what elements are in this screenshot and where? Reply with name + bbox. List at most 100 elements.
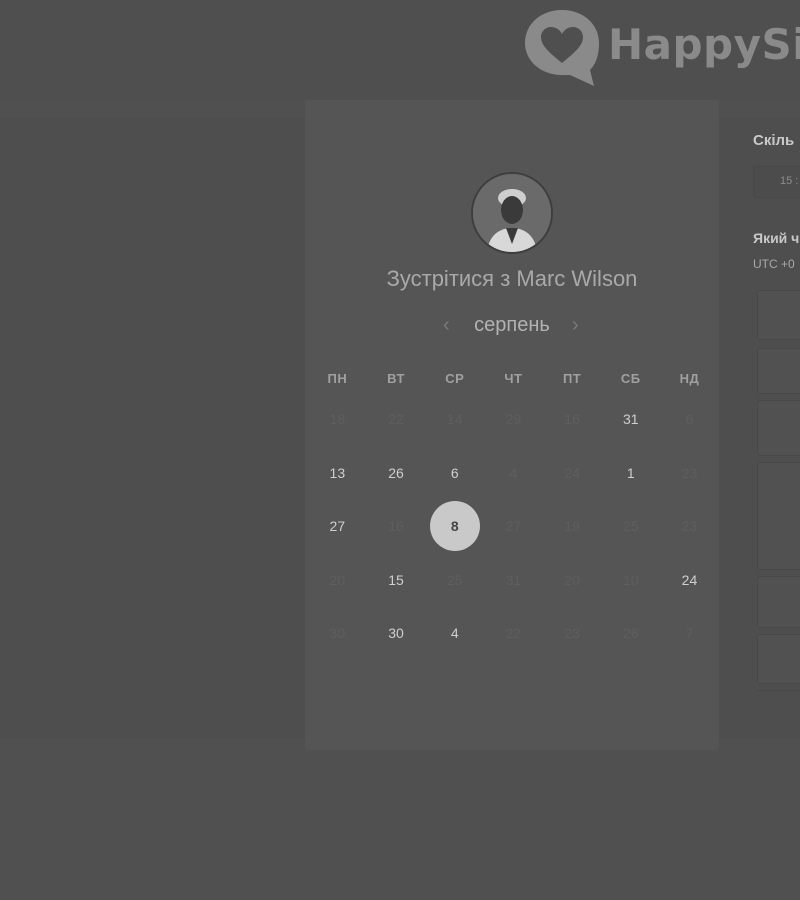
calendar-week-row: 30 30 4 22 23 26 7 [308,606,719,660]
calendar-day-number: 4 [450,625,459,642]
time-slot[interactable] [757,348,800,394]
calendar-day: 23 [660,446,719,500]
calendar-grid: ПН ВТ СР ЧТ ПТ СБ НД 18 22 14 29 16 31 6 13 26 6 4… [308,366,719,660]
calendar-day[interactable]: 31 [601,392,660,446]
calendar-day-number: 25 [622,518,639,535]
calendar-day-number: 18 [329,411,346,427]
calendar-day-number: 8 [429,501,480,552]
weekday-label: СР [445,371,465,386]
calendar-day-number: 31 [505,571,522,588]
calendar-day[interactable]: 30 [367,606,426,660]
calendar-day: 22 [484,606,543,660]
calendar-day-number: 15 [388,571,404,588]
calendar-week-row: 27 16 8 27 19 25 23 [308,499,719,553]
calendar-day-number: 20 [564,571,580,588]
calendar-day-number: 24 [564,464,580,481]
calendar-day-number: 25 [446,571,463,588]
calendar-day: 29 [484,392,543,446]
calendar-day-number: 16 [388,518,404,535]
calendar-week-row: 13 26 6 4 24 1 23 [308,446,719,500]
calendar-day: 20 [308,553,367,607]
calendar-day: 14 [425,392,484,446]
time-slot[interactable] [757,400,800,456]
calendar-day-number: 23 [681,464,698,481]
calendar-day-number: 23 [681,518,698,535]
calendar-day: 25 [601,499,660,553]
time-slot[interactable] [757,634,800,684]
duration-question: Скіль [753,132,795,149]
calendar-day-number: 14 [446,411,463,427]
calendar-day[interactable]: 13 [308,446,367,500]
calendar-day: 16 [367,499,426,553]
calendar-week-row: 18 22 14 29 16 31 6 [308,392,719,446]
time-question: Який ч [753,230,800,246]
calendar-day[interactable]: 4 [425,606,484,660]
calendar-day: 23 [543,606,602,660]
calendar-day: 23 [660,499,719,553]
calendar-day-number: 23 [564,625,580,642]
calendar-day-number: 27 [505,518,522,535]
time-slot[interactable] [757,576,800,628]
calendar-day[interactable]: 27 [308,499,367,553]
host-avatar [471,172,553,254]
calendar-day[interactable]: 15 [367,553,426,607]
calendar-day-number: 30 [329,625,346,642]
calendar-day: 22 [367,392,426,446]
calendar-day-number: 30 [388,625,404,642]
calendar-day-number: 26 [622,625,639,642]
calendar-day-selected[interactable]: 8 [425,499,484,553]
calendar-day-number: 31 [622,411,639,427]
calendar-day: 16 [543,392,602,446]
month-navigation: ‹ серпень › [305,312,719,340]
calendar-day-number: 24 [681,571,698,588]
month-label: серпень [474,314,550,336]
calendar-day[interactable]: 6 [425,446,484,500]
calendar-day-number: 26 [388,464,404,481]
calendar-day-number: 19 [564,518,580,535]
duration-value: 15 : [780,175,799,187]
calendar-day-number: 13 [329,464,346,481]
weekday-header: ПН ВТ СР ЧТ ПТ СБ НД [308,366,719,392]
calendar-day-number: 16 [564,411,580,427]
heart-speech-bubble-logo-icon [525,10,599,86]
calendar-day-number: 22 [505,625,522,642]
timezone-label[interactable]: UTC +0 [753,257,795,271]
calendar-day-number: 29 [505,411,522,427]
weekday-label: ПН [327,371,348,386]
time-slot[interactable] [757,462,800,570]
calendar-day: 26 [601,606,660,660]
brand-name: HappySig [608,20,800,69]
calendar-day-number: 27 [329,518,346,535]
calendar-day: 24 [543,446,602,500]
calendar-day: 25 [425,553,484,607]
calendar-day[interactable]: 26 [367,446,426,500]
meeting-title: Зустрітися з Marc Wilson [386,266,638,291]
calendar-day[interactable]: 24 [660,553,719,607]
calendar-day: 31 [484,553,543,607]
weekday-label: ЧТ [504,371,523,386]
calendar-day-number: 1 [626,464,635,481]
calendar-week-row: 20 15 25 31 20 10 24 [308,553,719,607]
calendar-day-number: 10 [622,571,639,588]
calendar-day-number: 4 [509,464,518,481]
chevron-right-icon[interactable]: › [572,314,579,337]
calendar-weeks: 18 22 14 29 16 31 6 13 26 6 4 24 1 23 27 16 8 27 19 25 23 20 1… [308,392,719,660]
calendar-day: 4 [484,446,543,500]
calendar-day: 10 [601,553,660,607]
divider [757,690,800,691]
weekday-label: НД [679,371,700,386]
calendar-day: 7 [660,606,719,660]
weekday-label: СБ [620,371,641,386]
calendar-day-number: 6 [685,411,694,427]
calendar-day: 20 [543,553,602,607]
calendar-day[interactable]: 1 [601,446,660,500]
time-slot[interactable] [757,290,800,340]
calendar-day-number: 6 [450,464,459,481]
person-icon [473,174,551,252]
calendar-day: 27 [484,499,543,553]
calendar-day: 30 [308,606,367,660]
calendar-day: 19 [543,499,602,553]
calendar-day-number: 7 [685,625,694,642]
calendar-day: 6 [660,392,719,446]
calendar-day-number: 20 [329,571,346,588]
